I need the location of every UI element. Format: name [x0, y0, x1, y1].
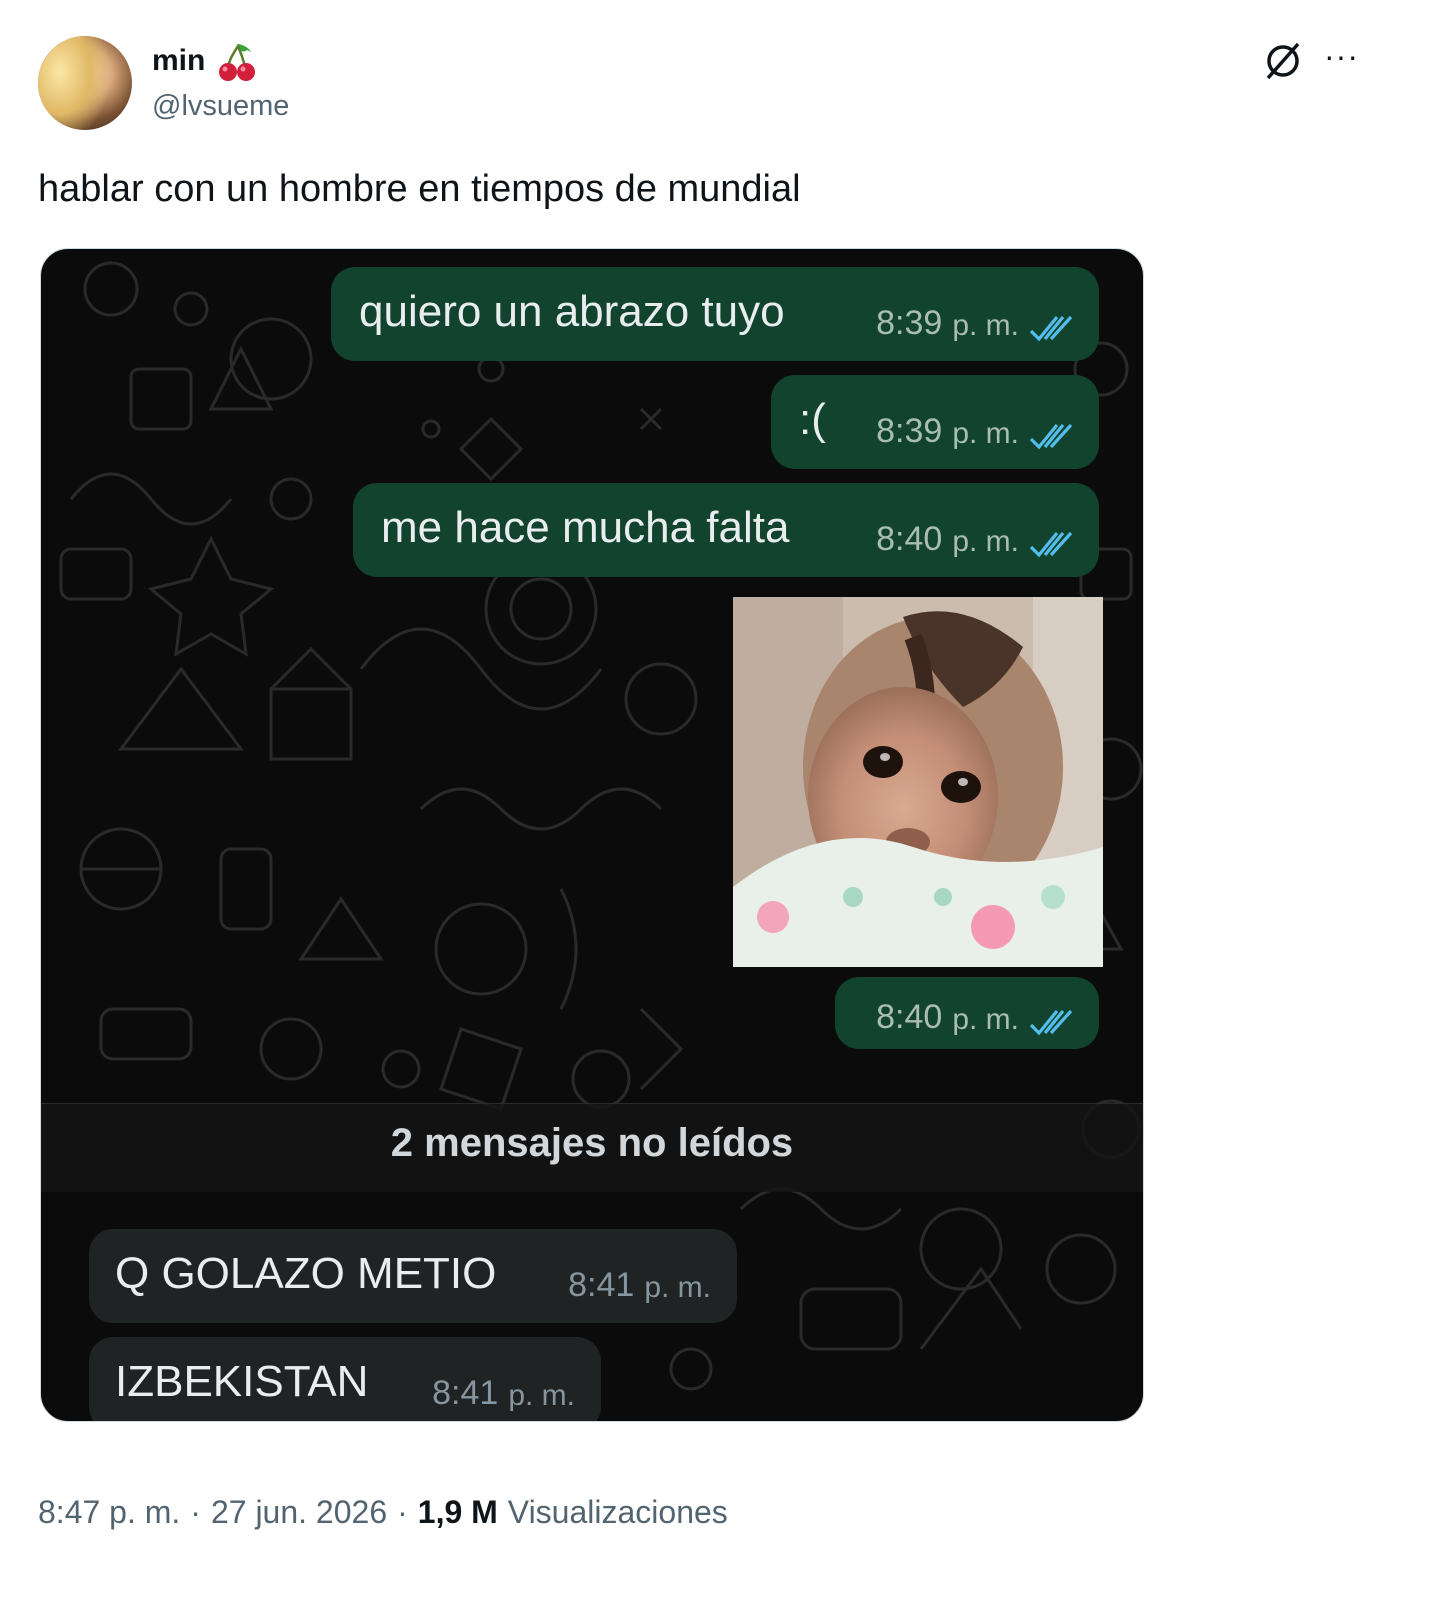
author-name[interactable]: min [152, 44, 205, 78]
message-ampm: p. m. [952, 525, 1019, 558]
double-check-icon [1029, 423, 1073, 450]
message-meta: 8:39 p. m. [876, 304, 1073, 343]
separator: · [397, 1494, 408, 1530]
unread-divider-label: 2 mensajes no leídos [390, 1121, 794, 1165]
message-ampm: p. m. [952, 1003, 1019, 1036]
tweet-text: hablar con un hombre en tiempos de mundi… [38, 168, 801, 210]
double-check-icon [1029, 315, 1073, 342]
chat-message-outgoing[interactable]: quiero un abrazo tuyo 8:39 p. m. [331, 267, 1099, 361]
double-check-icon [1029, 1009, 1073, 1036]
message-ampm: p. m. [508, 1379, 575, 1412]
chat-message-incoming[interactable]: IZBEKISTAN 8:41 p. m. [89, 1337, 601, 1421]
double-check-icon [1029, 531, 1073, 558]
message-time: 8:39 [876, 412, 943, 450]
tweet-time[interactable]: 8:47 p. m. [38, 1494, 180, 1531]
message-meta: 8:39 p. m. [876, 412, 1073, 451]
grok-icon[interactable] [1262, 40, 1304, 82]
tweet-media-image[interactable]: quiero un abrazo tuyo 8:39 p. m. :( 8:39… [40, 248, 1144, 1422]
message-time: 8:40 [876, 520, 943, 558]
author-name-row: min [152, 40, 257, 82]
message-text: me hace mucha falta [381, 503, 790, 552]
message-meta: 8:40 p. m. [876, 998, 1073, 1037]
cherry-icon [219, 44, 256, 81]
chat-message-incoming[interactable]: Q GOLAZO METIO 8:41 p. m. [89, 1229, 737, 1323]
tweet-date[interactable]: 27 jun. 2026 [211, 1494, 387, 1531]
more-options-icon[interactable]: ··· [1324, 40, 1364, 76]
views-count[interactable]: 1,9 M [418, 1494, 498, 1531]
separator: · [190, 1494, 201, 1530]
tweet-footer: 8:47 p. m. · 27 jun. 2026 · 1,9 M Visual… [38, 1494, 728, 1531]
message-text: IZBEKISTAN [115, 1357, 369, 1406]
chat-message-outgoing[interactable]: :( 8:39 p. m. [771, 375, 1099, 469]
message-ampm: p. m. [952, 309, 1019, 342]
message-time: 8:39 [876, 304, 943, 342]
avatar[interactable] [38, 36, 132, 130]
message-ampm: p. m. [644, 1271, 711, 1304]
message-time: 8:41 [432, 1374, 499, 1412]
message-meta: 8:40 p. m. [876, 520, 1073, 559]
message-text: :( [799, 395, 826, 444]
message-time: 8:41 [568, 1266, 635, 1304]
views-label[interactable]: Visualizaciones [508, 1494, 728, 1531]
message-time: 8:40 [876, 998, 943, 1036]
chat-message-outgoing[interactable]: me hace mucha falta 8:40 p. m. [353, 483, 1099, 577]
message-meta: 8:41 p. m. [432, 1374, 575, 1413]
message-meta: 8:41 p. m. [568, 1266, 711, 1305]
monkey-sticker-image[interactable] [733, 597, 1103, 967]
message-ampm: p. m. [952, 417, 1019, 450]
message-text: Q GOLAZO METIO [115, 1249, 497, 1298]
author-handle[interactable]: @lvsueme [152, 90, 289, 123]
message-text: quiero un abrazo tuyo [359, 287, 785, 336]
chat-message-image-meta[interactable]: 8:40 p. m. [835, 977, 1099, 1049]
